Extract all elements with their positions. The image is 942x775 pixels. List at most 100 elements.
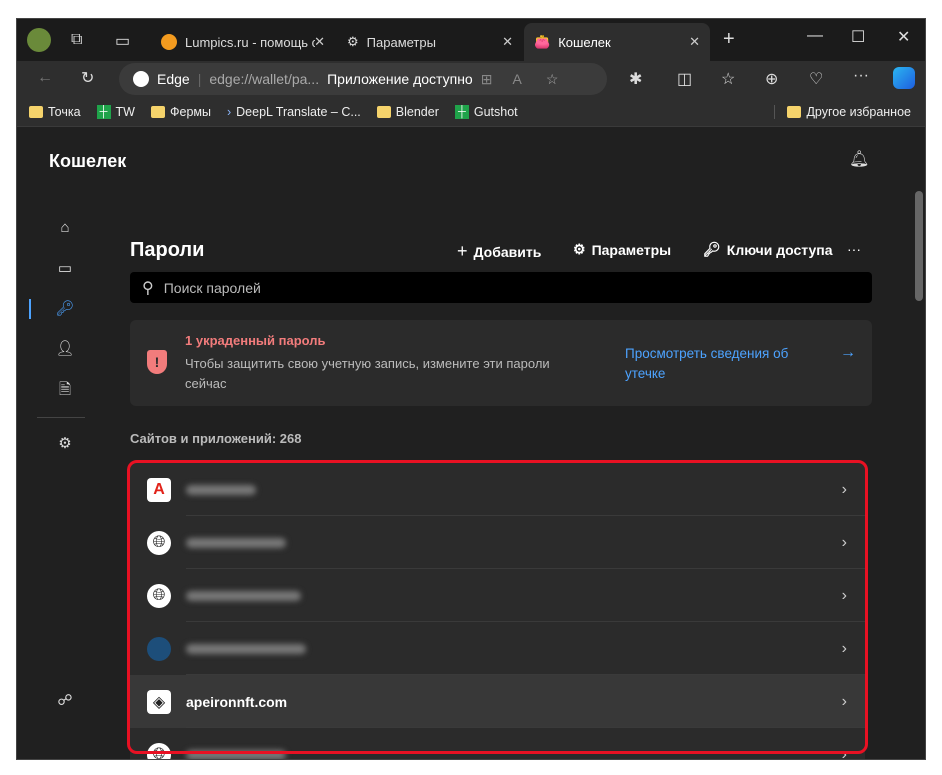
bookmark-tochka[interactable]: Точка [29,105,81,119]
passwords-title: Пароли [130,239,205,261]
passkeys-button[interactable]: 🔑︎ Ключи доступа [703,241,833,258]
favorites-icon[interactable]: ☆ [721,69,735,89]
toolbar: ← ↻ Edge | edge://wallet/pa... Приложени… [17,61,925,97]
password-row[interactable]: 🌐︎ › [130,728,865,760]
password-row[interactable]: A › [130,463,865,516]
password-row[interactable]: 🌐︎ › [130,569,865,622]
workspaces-icon[interactable]: ⧉ [71,31,82,49]
folder-icon [787,105,802,118]
folder-icon [29,105,43,118]
tab-bar: ⧉ ▭ Lumpics.ru - помощь с ✕ ⚙ Параметры ✕ 👛… [17,19,925,61]
leak-alert: ! 1 украденный пароль Чтобы защитить сво… [130,320,872,406]
address-bar[interactable]: Edge | edge://wallet/pa... Приложение до… [119,63,607,95]
globe-icon: 🌐︎ [147,583,171,608]
chevron-right-icon: › [841,745,847,760]
deepl-icon: › [226,104,232,119]
wallet-title: Кошелек [49,151,127,171]
bookmark-blender[interactable]: Blender [376,105,439,119]
more-options-button[interactable]: ··· [847,241,861,257]
bookmark-tw[interactable]: ┼ TW [96,104,135,119]
chevron-right-icon: › [841,533,847,551]
collections-icon[interactable]: ⊕ [765,69,778,89]
copilot-icon[interactable] [893,67,915,89]
browser-window: ⧉ ▭ Lumpics.ru - помощь с ✕ ⚙ Параметры ✕ 👛… [16,18,926,760]
wallet-icon: 👛 [534,34,551,49]
scrollbar-thumb[interactable] [915,191,923,301]
blurred-site-name [186,643,306,654]
home-icon[interactable]: ⌂ [55,219,75,239]
close-window-icon[interactable]: ✕ [897,27,910,47]
wallet-page: Кошелек 🔔︎ ⌂ ▭ 🔑︎ 👤︎ 🗎 ⚙ ☍ Пароли + Добав… [17,129,925,760]
blurred-site-name [186,749,286,759]
add-button[interactable]: + Добавить [457,241,541,262]
maximize-icon[interactable]: ☐ [851,27,865,47]
bookmark-deepl[interactable]: › DeepL Translate – C... [227,105,361,119]
new-tab-icon[interactable]: + [723,28,735,51]
refresh-icon[interactable]: ↻ [81,68,94,88]
read-aloud-icon[interactable]: A [512,71,521,87]
close-tab-icon[interactable]: ✕ [502,34,513,50]
search-input[interactable]: ⚲ Поиск паролей [130,272,872,303]
gutshot-icon: ┼ [454,104,469,119]
notification-bell-icon[interactable]: 🔔︎ [849,149,869,169]
bookmark-gutshot[interactable]: ┼ Gutshot [454,104,518,119]
folder-icon [150,105,165,118]
site-name: apeironnft.com [186,693,288,710]
plus-icon: + [457,241,468,261]
key-icon[interactable]: 🔑︎ [55,299,75,319]
browser-essentials-icon[interactable]: ♡ [809,69,823,89]
back-icon[interactable]: ← [37,69,53,87]
bookmark-other-favorites[interactable]: Другое избранное [774,104,911,119]
edge-logo-icon [133,71,149,87]
settings-button[interactable]: ⚙ Параметры [573,241,671,258]
blurred-site-name [186,590,301,601]
passkey-icon: 🔑︎ [703,241,721,257]
extensions-icon[interactable]: ✱ [629,69,642,89]
active-indicator [29,299,31,319]
sidebar-divider [37,417,85,418]
chevron-right-icon: › [841,586,847,604]
minimize-icon[interactable]: — [807,27,823,45]
app-install-icon[interactable]: ⊞ [481,71,493,88]
chevron-right-icon: › [841,480,847,498]
view-leak-details-link[interactable]: Просмотреть сведения об утечке [625,344,815,384]
tab-wallet[interactable]: 👛 Кошелек ✕ [524,23,710,61]
receipt-icon[interactable]: 🗎 [55,379,75,399]
gear-icon: ⚙ [573,241,586,257]
tab-settings[interactable]: ⚙ Параметры ✕ [337,23,523,61]
bookmarks-bar: Точка ┼ TW Фермы › DeepL Translate – C... … [17,97,925,127]
search-icon: ⚲ [142,279,154,297]
bookmark-fermy[interactable]: Фермы [150,105,211,119]
globe-icon: 🌐︎ [147,742,171,759]
chevron-right-icon: › [841,692,847,710]
app-available-button[interactable]: Приложение доступно [327,71,473,87]
shield-warning-icon: ! [147,350,167,374]
close-tab-icon[interactable]: ✕ [689,34,700,50]
password-row[interactable]: 🌐︎ › [130,516,865,569]
close-tab-icon[interactable]: ✕ [314,34,325,50]
personal-info-icon[interactable]: 👤︎ [55,339,75,359]
feedback-icon[interactable]: ☍ [55,691,75,711]
blurred-site-name [186,484,256,495]
site-icon [147,636,171,661]
blurred-site-name [186,537,286,548]
more-icon[interactable]: ··· [853,67,869,85]
orange-icon [161,34,177,50]
password-row[interactable]: ◈ apeironnft.com › [130,675,865,728]
sites-count: Сайтов и приложений: 268 [130,431,302,446]
globe-icon: 🌐︎ [147,530,171,555]
password-row[interactable]: › [130,622,865,675]
payment-card-icon[interactable]: ▭ [55,259,75,279]
adobe-icon: A [147,477,171,502]
vertical-tabs-icon[interactable]: ▭ [115,31,130,51]
split-screen-icon[interactable]: ◫ [677,69,692,89]
favorite-star-icon[interactable]: ☆ [546,71,559,88]
chevron-right-icon: › [841,639,847,657]
gear-icon: ⚙ [347,34,359,49]
profile-avatar[interactable] [27,28,51,52]
arrow-right-icon[interactable]: → [840,344,856,362]
tab-lumpics[interactable]: Lumpics.ru - помощь с ✕ [151,23,335,61]
folder-icon [376,105,391,118]
apeiron-icon: ◈ [147,689,171,714]
settings-gear-icon[interactable]: ⚙ [55,434,75,454]
